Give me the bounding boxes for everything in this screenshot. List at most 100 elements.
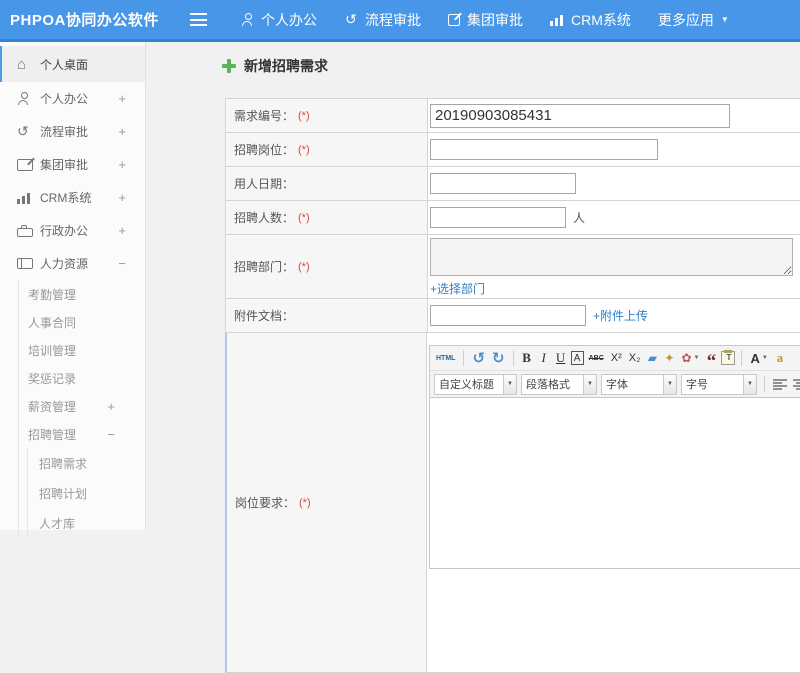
job-position-input[interactable] xyxy=(430,139,658,160)
headcount-input[interactable] xyxy=(430,207,566,228)
briefcase-icon xyxy=(17,228,33,237)
superscript-button[interactable]: X² xyxy=(609,348,624,368)
sidebar-item-label: 人事合同 xyxy=(28,314,76,331)
sidebar-item-recruitment[interactable]: 招聘管理 − xyxy=(19,420,145,448)
demand-no-input[interactable] xyxy=(430,104,730,128)
nav-crm-system[interactable]: CRM系统 xyxy=(550,10,631,30)
hire-date-input[interactable] xyxy=(430,173,576,194)
sidebar-item-group-approval[interactable]: 集团审批+ xyxy=(0,148,145,181)
sidebar-item-personal-desktop[interactable]: ⌂个人桌面 xyxy=(0,46,145,82)
sidebar-item-training[interactable]: 培训管理 xyxy=(19,336,145,364)
underline-button[interactable]: U xyxy=(554,348,568,368)
form-row-headcount: 招聘人数： (*) 人 xyxy=(225,201,800,235)
attachment-input[interactable] xyxy=(430,305,586,326)
caret-down-icon: ▼ xyxy=(663,375,676,394)
toolbar-separator xyxy=(764,376,765,392)
redo-button[interactable]: ↻ xyxy=(490,348,507,368)
form-value-headcount: 人 xyxy=(428,201,800,234)
expand-icon[interactable]: + xyxy=(118,223,126,238)
nav-personal-office[interactable]: 个人办公 xyxy=(241,10,317,30)
field-label: 岗位要求： xyxy=(235,494,295,511)
selected-value: 字体 xyxy=(602,376,663,392)
subscript-button[interactable]: X₂ xyxy=(627,348,643,368)
attachment-upload-link[interactable]: +附件上传 xyxy=(593,307,648,324)
font-size-select[interactable]: 字号▼ xyxy=(681,374,757,395)
expand-icon[interactable]: + xyxy=(107,399,115,414)
align-left-button[interactable] xyxy=(772,378,788,391)
sidebar-item-label: 培训管理 xyxy=(28,342,76,359)
caret-down-icon: ▼ xyxy=(503,375,516,394)
sidebar-item-hr-contract[interactable]: 人事合同 xyxy=(19,308,145,336)
header-nav: 个人办公 ↺ 流程审批 集团审批 CRM系统 更多应用▼ xyxy=(241,10,756,30)
eraser-button[interactable]: ▰ xyxy=(645,348,659,368)
field-label: 用人日期： xyxy=(234,175,294,192)
sidebar-submenu-human-resources: 考勤管理人事合同培训管理奖惩记录薪资管理+ 招聘管理 − 招聘需求招聘计划人才库 xyxy=(18,280,145,538)
html-source-button[interactable]: HTML xyxy=(434,348,457,368)
sidebar-item-crm-system[interactable]: CRM系统+ xyxy=(0,181,145,214)
plus-icon xyxy=(222,59,236,73)
field-label: 招聘人数： xyxy=(234,209,294,226)
nav-label: 流程审批 xyxy=(365,10,421,30)
sidebar-item-salary[interactable]: 薪资管理+ xyxy=(19,392,145,420)
sidebar-item-attendance[interactable]: 考勤管理 xyxy=(19,280,145,308)
expand-icon[interactable]: + xyxy=(118,124,126,139)
font-family-select[interactable]: 字体▼ xyxy=(601,374,677,395)
menu-toggle-icon[interactable] xyxy=(190,13,207,26)
main-content: 新增招聘需求 需求编号：(*)招聘岗位：(*)用人日期：招聘人数：(*)人招聘部… xyxy=(146,42,800,642)
paste-text-button[interactable] xyxy=(721,351,735,365)
sidebar-item-rewards[interactable]: 奖惩记录 xyxy=(19,364,145,392)
form-row-attachment: 附件文档：+附件上传 xyxy=(225,299,800,333)
collapse-icon[interactable]: − xyxy=(107,427,115,442)
text-highlight-button[interactable]: ✿▼ xyxy=(679,348,701,368)
expand-icon[interactable]: + xyxy=(118,190,126,205)
form-value-demand-no xyxy=(428,99,800,132)
blockquote-button[interactable]: “ xyxy=(704,348,718,368)
caret-down-icon: ▼ xyxy=(721,16,729,24)
undo-button[interactable]: ↺ xyxy=(470,348,487,368)
expand-icon[interactable]: + xyxy=(118,157,126,172)
sidebar-item-label: 流程审批 xyxy=(40,123,88,140)
form-value-job-position xyxy=(428,133,800,166)
sidebar-item-admin-office[interactable]: 行政办公+ xyxy=(0,214,145,247)
font-color-button[interactable]: A▼ xyxy=(748,348,769,368)
italic-button[interactable]: I xyxy=(537,348,551,368)
nav-workflow-approval[interactable]: ↺ 流程审批 xyxy=(344,10,421,30)
form-value-department: +选择部门 xyxy=(428,235,800,298)
department-textarea[interactable] xyxy=(430,238,793,276)
sidebar-item-talent-pool[interactable]: 人才库 xyxy=(28,508,145,538)
edit-icon xyxy=(17,159,33,171)
form-label-department: 招聘部门：(*) xyxy=(226,235,428,298)
sidebar-item-workflow-approval[interactable]: ↺流程审批+ xyxy=(0,115,145,148)
editor-toolbar-row1: HTML ↺↻ BIUAABCX²X₂▰✦✿▼“ A▼a xyxy=(430,346,800,371)
sidebar-item-label: 招聘计划 xyxy=(39,485,87,502)
nav-more-apps[interactable]: 更多应用▼ xyxy=(658,10,729,30)
required-marker: (*) xyxy=(298,212,310,224)
sidebar-item-label: 招聘管理 xyxy=(28,426,76,443)
font-border-button[interactable]: A xyxy=(571,351,584,365)
strikethrough-button[interactable]: ABC xyxy=(587,348,606,368)
align-center-button[interactable] xyxy=(792,378,800,391)
choose-department-link[interactable]: +选择部门 xyxy=(430,280,485,297)
sidebar-item-personal-office[interactable]: 个人办公+ xyxy=(0,82,145,115)
sidebar-item-human-resources[interactable]: 人力资源− xyxy=(0,247,145,280)
custom-title-select[interactable]: 自定义标题▼ xyxy=(434,374,517,395)
sidebar-item-label: 人才库 xyxy=(39,515,75,532)
expand-icon[interactable]: + xyxy=(118,91,126,106)
nav-group-approval[interactable]: 集团审批 xyxy=(448,10,523,30)
sidebar-item-recruit-demand[interactable]: 招聘需求 xyxy=(28,448,145,478)
toolbar-separator xyxy=(513,350,514,366)
format-brush-button[interactable]: ✦ xyxy=(662,348,676,368)
editor-content[interactable] xyxy=(430,398,800,568)
sidebar-item-label: 奖惩记录 xyxy=(28,370,76,387)
nav-label: 集团审批 xyxy=(467,10,523,30)
rich-text-editor: HTML↺↻BIUAABCX²X₂▰✦✿▼“A▼a自定义标题▼段落格式▼字体▼字… xyxy=(429,345,800,569)
process-icon: ↺ xyxy=(344,13,358,27)
background-color-button[interactable]: a xyxy=(773,348,787,368)
paragraph-format-select[interactable]: 段落格式▼ xyxy=(521,374,597,395)
editor-toolbar-row2: 自定义标题▼段落格式▼字体▼字号▼ xyxy=(430,371,800,398)
sidebar-item-recruit-plan[interactable]: 招聘计划 xyxy=(28,478,145,508)
bold-button[interactable]: B xyxy=(520,348,534,368)
form-value-hire-date xyxy=(428,167,800,200)
collapse-icon[interactable]: − xyxy=(118,256,126,271)
form-row-hire-date: 用人日期： xyxy=(225,167,800,201)
